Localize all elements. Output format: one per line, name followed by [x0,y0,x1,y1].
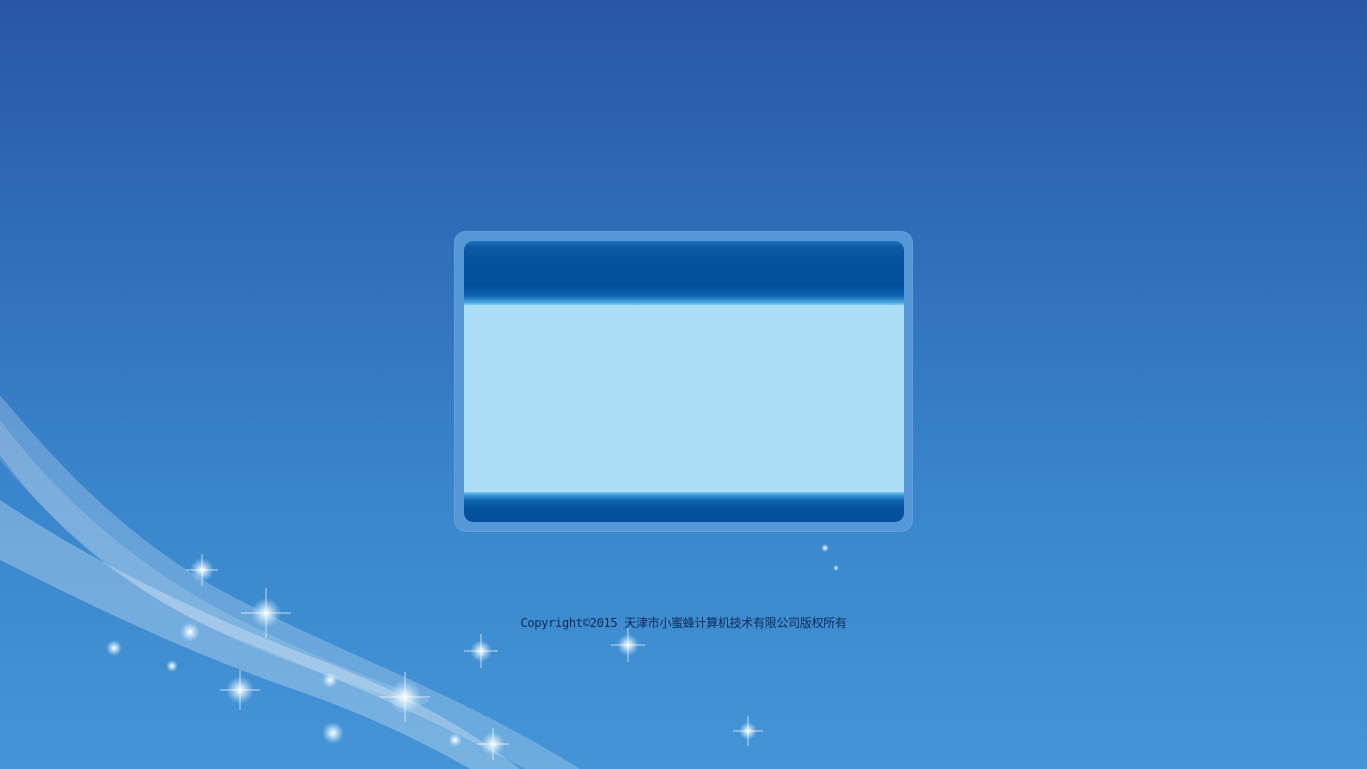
login-page: { "page": { "background_top": "#2a56a7",… [0,0,1367,769]
copyright-text: Copyright©2015 天津市小蜜蜂计算机技术有限公司版权所有 [520,616,847,630]
login-panel [454,231,913,532]
login-panel-inner [464,241,904,522]
login-panel-body [464,305,904,492]
login-panel-header [464,241,904,305]
login-panel-footer [464,492,904,522]
